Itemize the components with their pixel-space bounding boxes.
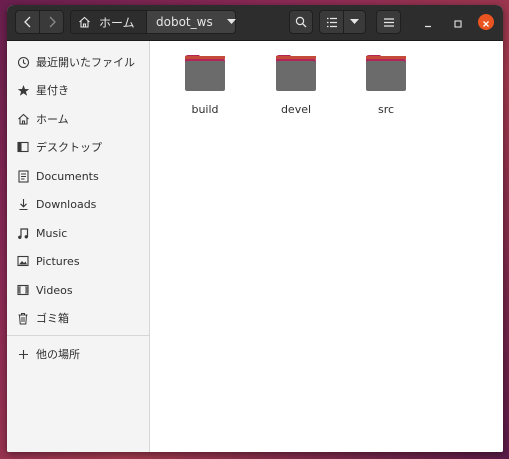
dropdown-arrow-icon [226, 19, 236, 25]
maximize-button[interactable] [450, 14, 466, 30]
sidebar-item-label: 星付き [36, 84, 69, 97]
minimize-icon [424, 13, 432, 32]
sidebar-divider [7, 335, 149, 336]
sidebar-item-label: Downloads [36, 197, 97, 211]
sidebar-item-other-locations[interactable]: 他の場所 [7, 342, 149, 366]
folder-icon [364, 51, 408, 97]
trash-icon [16, 311, 30, 325]
sidebar-item-label: Music [36, 226, 68, 240]
sidebar-item-music[interactable]: Music [7, 221, 149, 245]
close-icon [482, 13, 490, 32]
music-icon [16, 226, 30, 240]
sidebar-item-label: デスクトップ [36, 141, 102, 154]
sidebar-item-home[interactable]: ホーム [7, 107, 149, 131]
sidebar-item-recent[interactable]: 最近開いたファイル [7, 50, 149, 74]
forward-button[interactable] [39, 10, 64, 34]
chevron-right-icon [47, 16, 57, 28]
search-button[interactable] [289, 10, 313, 34]
sidebar-item-pictures[interactable]: Pictures [7, 249, 149, 273]
hamburger-menu-icon [383, 17, 394, 27]
chevron-left-icon [23, 16, 33, 28]
dropdown-arrow-icon [350, 19, 359, 25]
sidebar-item-label: Pictures [36, 254, 80, 268]
search-icon [295, 16, 307, 28]
sidebar: 最近開いたファイル 星付き ホーム デスクトップ Documents Downl… [7, 41, 150, 452]
breadcrumb-home[interactable]: ホーム [70, 10, 147, 34]
video-icon [16, 283, 30, 297]
plus-icon [16, 347, 30, 361]
sidebar-item-label: ホーム [36, 113, 69, 126]
close-button[interactable] [478, 14, 494, 30]
main-menu-button[interactable] [376, 10, 401, 34]
folder-item[interactable]: build [170, 51, 240, 121]
back-button[interactable] [15, 10, 40, 34]
folder-icon [274, 51, 318, 97]
download-icon [16, 197, 30, 211]
folder-name: src [377, 103, 395, 116]
sidebar-item-label: ゴミ箱 [36, 312, 69, 325]
view-toggle-button[interactable] [319, 10, 344, 34]
breadcrumb-current-label: dobot_ws [156, 15, 213, 29]
home-icon [16, 112, 30, 126]
desktop-icon [16, 140, 30, 154]
header-bar: ホーム dobot_ws [7, 5, 503, 41]
folder-item[interactable]: devel [261, 51, 331, 121]
sidebar-item-label: Videos [36, 283, 73, 297]
sidebar-item-label: 他の場所 [36, 348, 80, 361]
folder-name: build [191, 103, 219, 116]
file-manager-window: ホーム dobot_ws 最近開いたファイル 星付き ホーム デスクトップ Do… [7, 5, 503, 452]
star-icon [16, 83, 30, 97]
sidebar-item-starred[interactable]: 星付き [7, 78, 149, 102]
home-icon [78, 16, 91, 28]
picture-icon [16, 254, 30, 268]
folder-name: devel [280, 103, 312, 116]
sidebar-item-downloads[interactable]: Downloads [7, 192, 149, 216]
sidebar-item-documents[interactable]: Documents [7, 164, 149, 188]
list-view-icon [326, 17, 338, 28]
sidebar-item-label: Documents [36, 169, 99, 183]
breadcrumb-home-label: ホーム [99, 15, 135, 30]
sidebar-item-label: 最近開いたファイル [36, 56, 135, 69]
view-options-button[interactable] [343, 10, 366, 34]
sidebar-item-trash[interactable]: ゴミ箱 [7, 306, 149, 330]
maximize-icon [454, 13, 462, 32]
sidebar-item-videos[interactable]: Videos [7, 278, 149, 302]
clock-icon [16, 55, 30, 69]
minimize-button[interactable] [420, 14, 436, 30]
sidebar-item-desktop[interactable]: デスクトップ [7, 135, 149, 159]
folder-icon [183, 51, 227, 97]
breadcrumb-current[interactable]: dobot_ws [146, 10, 236, 34]
folder-item[interactable]: src [351, 51, 421, 121]
document-icon [16, 169, 30, 183]
file-view: build devel src [150, 41, 503, 452]
